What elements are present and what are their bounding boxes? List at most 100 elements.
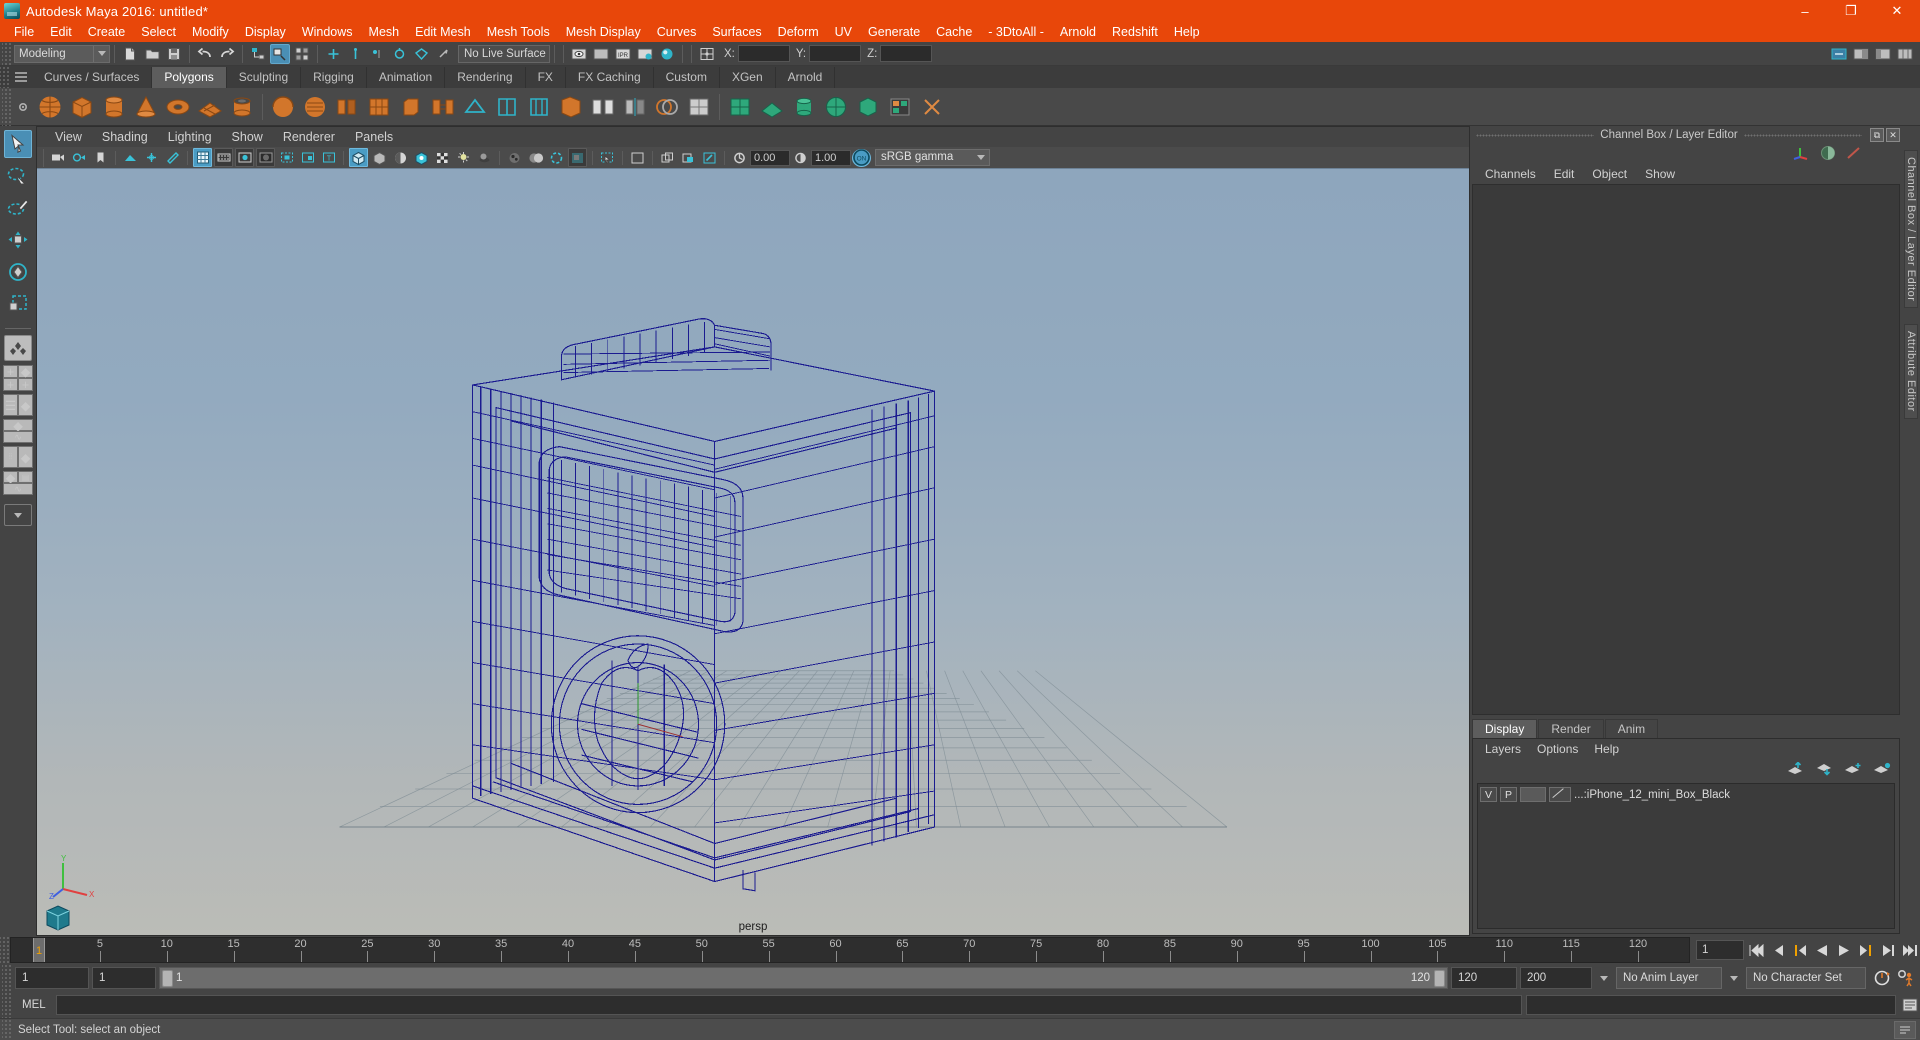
object-menu[interactable]: Object <box>1583 167 1636 181</box>
x-coordinate-input[interactable] <box>737 45 790 62</box>
go-to-start-button[interactable] <box>1746 940 1766 960</box>
menu-curves[interactable]: Curves <box>649 22 705 42</box>
wireframe-on-shaded-icon[interactable] <box>370 148 389 167</box>
polygon-plane-icon[interactable] <box>195 92 225 122</box>
status-line-grip[interactable] <box>2 42 12 65</box>
shelf-tab-sculpting[interactable]: Sculpting <box>226 67 302 88</box>
menu-mesh[interactable]: Mesh <box>361 22 408 42</box>
layout-hypershade-persp-button[interactable]: ⦙⦙ ◆ <box>3 446 33 468</box>
shelf-tab-fx-caching[interactable]: FX Caching <box>565 67 654 88</box>
step-forward-frame-button[interactable] <box>1856 940 1876 960</box>
offset-edge-loop-icon[interactable] <box>524 92 554 122</box>
new-layer-icon[interactable] <box>1844 762 1862 779</box>
menu-display[interactable]: Display <box>237 22 294 42</box>
animation-start-input[interactable] <box>15 967 89 989</box>
menu-set-selector[interactable]: Modeling <box>14 44 110 63</box>
multisample-anti-aliasing-icon[interactable] <box>547 148 566 167</box>
layout-outliner-persp-button[interactable]: ☰ ◆ <box>3 394 33 416</box>
viewport-menu-panels[interactable]: Panels <box>345 130 403 144</box>
menu-3dtoall[interactable]: - 3DtoAll - <box>980 22 1052 42</box>
insert-edge-loop-icon[interactable] <box>492 92 522 122</box>
anim-layer-selector[interactable]: No Anim Layer <box>1616 967 1722 989</box>
layer-tab-display[interactable]: Display <box>1472 719 1538 738</box>
menu-edit[interactable]: Edit <box>42 22 80 42</box>
layout-single-perspective-button[interactable] <box>4 335 32 361</box>
render-current-frame-icon[interactable] <box>569 44 589 64</box>
menu-select[interactable]: Select <box>133 22 184 42</box>
animation-end-input[interactable] <box>1520 967 1592 989</box>
menu-cache[interactable]: Cache <box>928 22 980 42</box>
separate-icon[interactable] <box>588 92 618 122</box>
time-slider-track[interactable]: 1 5 10 15 20 25 30 35 40 45 50 55 60 65 70 75 80 85 90 95 1… <box>10 937 1690 963</box>
select-by-component-type-icon[interactable] <box>292 44 312 64</box>
range-slider-grip[interactable] <box>2 964 12 992</box>
shelf-icons-grip[interactable] <box>2 87 12 126</box>
paint-select-tool-button[interactable] <box>4 194 32 222</box>
motion-blur-icon[interactable] <box>526 148 545 167</box>
reduce-icon[interactable] <box>684 92 714 122</box>
uv-cylindrical-icon[interactable] <box>789 92 819 122</box>
redo-previous-render-icon[interactable] <box>591 44 611 64</box>
script-editor-icon[interactable] <box>1900 995 1920 1015</box>
current-frame-input[interactable] <box>1696 940 1744 960</box>
show-hide-modeling-toolkit-icon[interactable] <box>1829 44 1849 64</box>
chevron-down-icon[interactable] <box>93 45 109 62</box>
go-to-end-button[interactable] <box>1900 940 1920 960</box>
isolate-select-icon[interactable] <box>598 148 617 167</box>
shelf-tab-custom[interactable]: Custom <box>653 67 720 88</box>
shelf-tab-curves-surfaces[interactable]: Curves / Surfaces <box>32 67 153 88</box>
uv-automatic-icon[interactable] <box>853 92 883 122</box>
open-scene-icon[interactable] <box>142 44 162 64</box>
color-management-toggle-icon[interactable]: ON <box>852 148 871 167</box>
z-coordinate-input[interactable] <box>880 45 933 62</box>
select-by-object-type-icon[interactable] <box>270 43 290 64</box>
range-end-handle[interactable] <box>1434 969 1445 987</box>
select-by-hierarchy-icon[interactable] <box>248 44 268 64</box>
menu-create[interactable]: Create <box>80 22 134 42</box>
shelf-tab-polygons[interactable]: Polygons <box>152 67 227 88</box>
gamma-input[interactable] <box>811 149 851 166</box>
status-bar-grip[interactable] <box>2 1018 12 1040</box>
bookmark-icon[interactable] <box>91 148 110 167</box>
command-response-field[interactable] <box>1526 995 1896 1015</box>
maximize-button[interactable]: ❐ <box>1828 0 1874 22</box>
image-plane-icon[interactable] <box>121 148 140 167</box>
rotate-tool-button[interactable] <box>4 258 32 286</box>
toggle-grid-icon[interactable] <box>193 148 212 167</box>
toggle-texture-icon[interactable]: T <box>319 148 338 167</box>
smooth-shade-all-icon[interactable] <box>412 148 431 167</box>
menu-deform[interactable]: Deform <box>770 22 827 42</box>
sculpt-tool-icon[interactable] <box>268 92 298 122</box>
uv-editor-icon[interactable] <box>725 92 755 122</box>
move-tool-button[interactable] <box>4 226 32 254</box>
camera-attributes-icon[interactable] <box>70 148 89 167</box>
range-slider-bar[interactable]: 1 120 <box>159 967 1448 989</box>
new-layer-from-selected-icon[interactable] <box>1873 762 1891 779</box>
viewport-menu-shading[interactable]: Shading <box>92 130 158 144</box>
ipr-render-icon[interactable]: IPR <box>613 44 633 64</box>
layout-persp-outliner-graph-button[interactable]: ◆ ▤ ∿ <box>3 471 33 495</box>
menu-windows[interactable]: Windows <box>294 22 361 42</box>
layer-tab-render[interactable]: Render <box>1538 719 1604 738</box>
panel-drag-handle-left[interactable] <box>1476 133 1595 137</box>
play-backwards-button[interactable] <box>1812 940 1832 960</box>
character-set-selector[interactable]: No Character Set <box>1746 967 1866 989</box>
new-scene-icon[interactable] <box>120 44 140 64</box>
combine-icon[interactable] <box>556 92 586 122</box>
display-layer-list[interactable]: V P ...:iPhone_12_mini_Box_Black <box>1477 783 1895 929</box>
play-forwards-button[interactable] <box>1834 940 1854 960</box>
select-tool-button[interactable] <box>4 130 32 158</box>
make-live-icon[interactable] <box>433 44 453 64</box>
channels-menu[interactable]: Channels <box>1476 167 1545 181</box>
uv-cut-icon[interactable] <box>917 92 947 122</box>
menu-redshift[interactable]: Redshift <box>1104 22 1166 42</box>
bevel-icon[interactable] <box>396 92 426 122</box>
uv-spherical-icon[interactable] <box>821 92 851 122</box>
snap-to-curves-icon[interactable] <box>345 44 365 64</box>
shelf-grip[interactable] <box>0 66 10 88</box>
polygon-cube-icon[interactable] <box>67 92 97 122</box>
boolean-icon[interactable] <box>652 92 682 122</box>
animation-curve-icon[interactable] <box>1846 145 1862 164</box>
exposure-paste-icon[interactable] <box>679 148 698 167</box>
uv-layout-icon[interactable] <box>885 92 915 122</box>
